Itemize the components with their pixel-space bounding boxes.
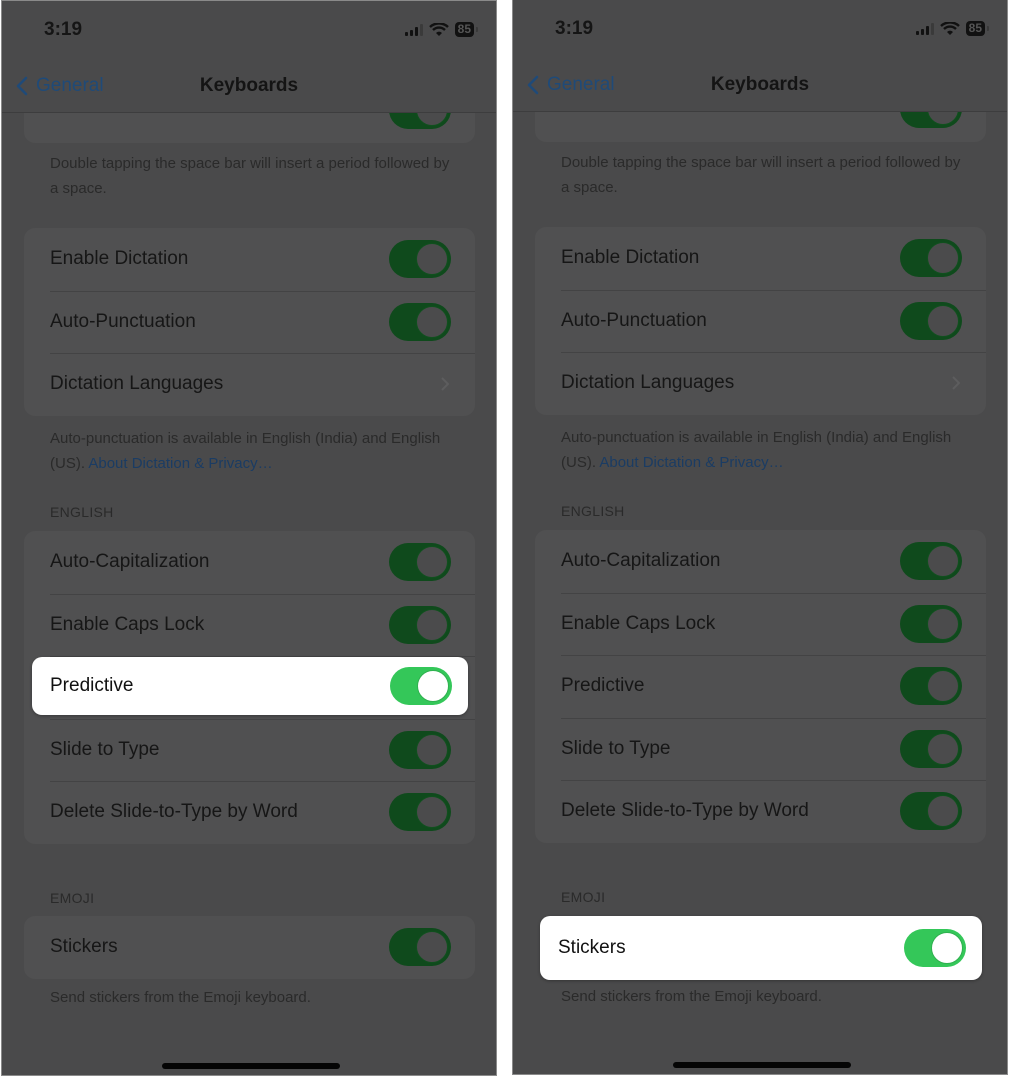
delete-slide-to-type-toggle[interactable] — [900, 792, 962, 831]
enable-caps-lock-toggle[interactable] — [389, 605, 451, 644]
row-label: Stickers — [558, 937, 626, 958]
wifi-icon — [428, 22, 449, 36]
status-time: 3:19 — [555, 18, 594, 39]
battery-icon: 85 — [965, 21, 990, 36]
settings-row-enable-caps-lock[interactable]: Enable Caps Lock — [535, 592, 986, 656]
enable-dictation-toggle[interactable] — [900, 239, 962, 278]
settings-row-dictation-languages[interactable]: Dictation Languages — [535, 352, 986, 415]
row-label: Enable Dictation — [561, 247, 700, 269]
stickers-toggle[interactable] — [904, 929, 966, 967]
settings-row-delete-slide-to-type[interactable]: Delete Slide-to-Type by Word — [535, 780, 986, 843]
back-label: General — [547, 74, 615, 95]
settings-row-auto-capitalization[interactable]: Auto-Capitalization — [535, 530, 986, 593]
row-label: Auto-Punctuation — [561, 309, 707, 331]
row-label: Slide to Type — [561, 737, 671, 759]
enable-caps-lock-toggle[interactable] — [900, 604, 962, 643]
row-label: Delete Slide-to-Type by Word — [50, 801, 298, 823]
settings-row-auto-punctuation[interactable]: Auto-Punctuation — [535, 289, 986, 353]
row-label: Auto-Capitalization — [561, 550, 721, 572]
period-footnote: Double tapping the space bar will insert… — [561, 154, 961, 196]
cellular-signal-icon — [404, 23, 423, 36]
row-label: Dictation Languages — [561, 372, 735, 394]
dictation-footnote: Auto-punctuation is available in English… — [50, 426, 450, 476]
emoji-group: Stickers — [24, 916, 475, 979]
highlighted-row-stickers[interactable]: Stickers — [540, 916, 982, 980]
settings-row-enable-dictation[interactable]: Enable Dictation — [535, 227, 986, 290]
settings-row-enable-caps-lock[interactable]: Enable Caps Lock — [24, 593, 475, 657]
back-button[interactable]: General — [527, 74, 615, 96]
about-dictation-privacy-link[interactable]: About Dictation & Privacy… — [599, 454, 783, 471]
dictation-footnote: Auto-punctuation is available in English… — [561, 425, 961, 475]
enable-dictation-toggle[interactable] — [389, 240, 451, 279]
wifi-icon — [939, 21, 960, 35]
navigation-bar: General Keyboards — [2, 63, 496, 113]
settings-row-auto-punctuation[interactable]: Auto-Punctuation — [24, 290, 475, 354]
slide-to-type-toggle[interactable] — [900, 729, 962, 768]
predictive-toggle[interactable] — [390, 667, 452, 705]
row-label: Enable Dictation — [50, 248, 189, 270]
row-label: Slide to Type — [50, 738, 160, 760]
settings-row-auto-capitalization[interactable]: Auto-Capitalization — [24, 531, 475, 594]
cellular-signal-icon — [915, 22, 934, 35]
navigation-bar: General Keyboards — [513, 62, 1007, 112]
row-label: Dictation Languages — [50, 373, 224, 395]
dictation-group: Enable Dictation Auto-Punctuation Dictat… — [535, 227, 986, 415]
section-header-emoji: EMOJI — [561, 889, 606, 905]
settings-row-slide-to-type[interactable]: Slide to Type — [24, 718, 475, 782]
settings-row-delete-slide-to-type[interactable]: Delete Slide-to-Type by Word — [24, 781, 475, 844]
stickers-toggle[interactable] — [389, 928, 451, 967]
row-label: Delete Slide-to-Type by Word — [561, 800, 809, 822]
period-footnote: Double tapping the space bar will insert… — [50, 155, 450, 197]
auto-punctuation-toggle[interactable] — [389, 302, 451, 341]
delete-slide-to-type-toggle[interactable] — [389, 793, 451, 832]
chevron-right-icon — [952, 376, 960, 390]
row-label: Stickers — [50, 936, 118, 958]
row-label: Predictive — [561, 675, 645, 697]
about-dictation-privacy-link[interactable]: About Dictation & Privacy… — [88, 455, 272, 472]
section-header-english: ENGLISH — [561, 503, 625, 519]
chevron-left-icon — [527, 75, 539, 95]
row-label: Predictive — [50, 675, 134, 696]
highlighted-row-predictive[interactable]: Predictive — [32, 657, 468, 715]
section-header-emoji: EMOJI — [50, 890, 95, 906]
settings-row-stickers[interactable]: Stickers — [24, 916, 475, 979]
settings-row-enable-dictation[interactable]: Enable Dictation — [24, 228, 475, 291]
phone-screen-right: 3:19 85 . Shortcut General Keyboards Dou… — [512, 0, 1008, 1075]
back-button[interactable]: General — [16, 75, 104, 97]
english-group: Auto-Capitalization Enable Caps Lock Pre… — [535, 530, 986, 843]
predictive-toggle[interactable] — [900, 667, 962, 706]
battery-icon: 85 — [454, 22, 479, 37]
section-header-english: ENGLISH — [50, 504, 114, 520]
dictation-group: Enable Dictation Auto-Punctuation Dictat… — [24, 228, 475, 416]
slide-to-type-toggle[interactable] — [389, 730, 451, 769]
chevron-right-icon — [441, 377, 449, 391]
auto-capitalization-toggle[interactable] — [389, 543, 451, 582]
emoji-footnote: Send stickers from the Emoji keyboard. — [561, 988, 822, 1005]
status-time: 3:19 — [44, 19, 83, 40]
settings-row-slide-to-type[interactable]: Slide to Type — [535, 717, 986, 781]
row-label: Enable Caps Lock — [50, 613, 205, 635]
emoji-footnote: Send stickers from the Emoji keyboard. — [50, 989, 311, 1006]
auto-capitalization-toggle[interactable] — [900, 542, 962, 581]
phone-screen-left: 3:19 85 . Shortcut General Keyboards Dou… — [1, 0, 497, 1076]
chevron-left-icon — [16, 76, 28, 96]
row-label: Enable Caps Lock — [561, 612, 716, 634]
auto-punctuation-toggle[interactable] — [900, 301, 962, 340]
row-label: Auto-Punctuation — [50, 310, 196, 332]
home-indicator[interactable] — [673, 1062, 851, 1068]
home-indicator[interactable] — [162, 1063, 340, 1069]
status-icons: 85 — [915, 21, 990, 36]
row-label: Auto-Capitalization — [50, 551, 210, 573]
settings-row-dictation-languages[interactable]: Dictation Languages — [24, 353, 475, 416]
status-icons: 85 — [404, 22, 479, 37]
settings-row-predictive[interactable]: Predictive — [535, 655, 986, 718]
back-label: General — [36, 75, 104, 96]
